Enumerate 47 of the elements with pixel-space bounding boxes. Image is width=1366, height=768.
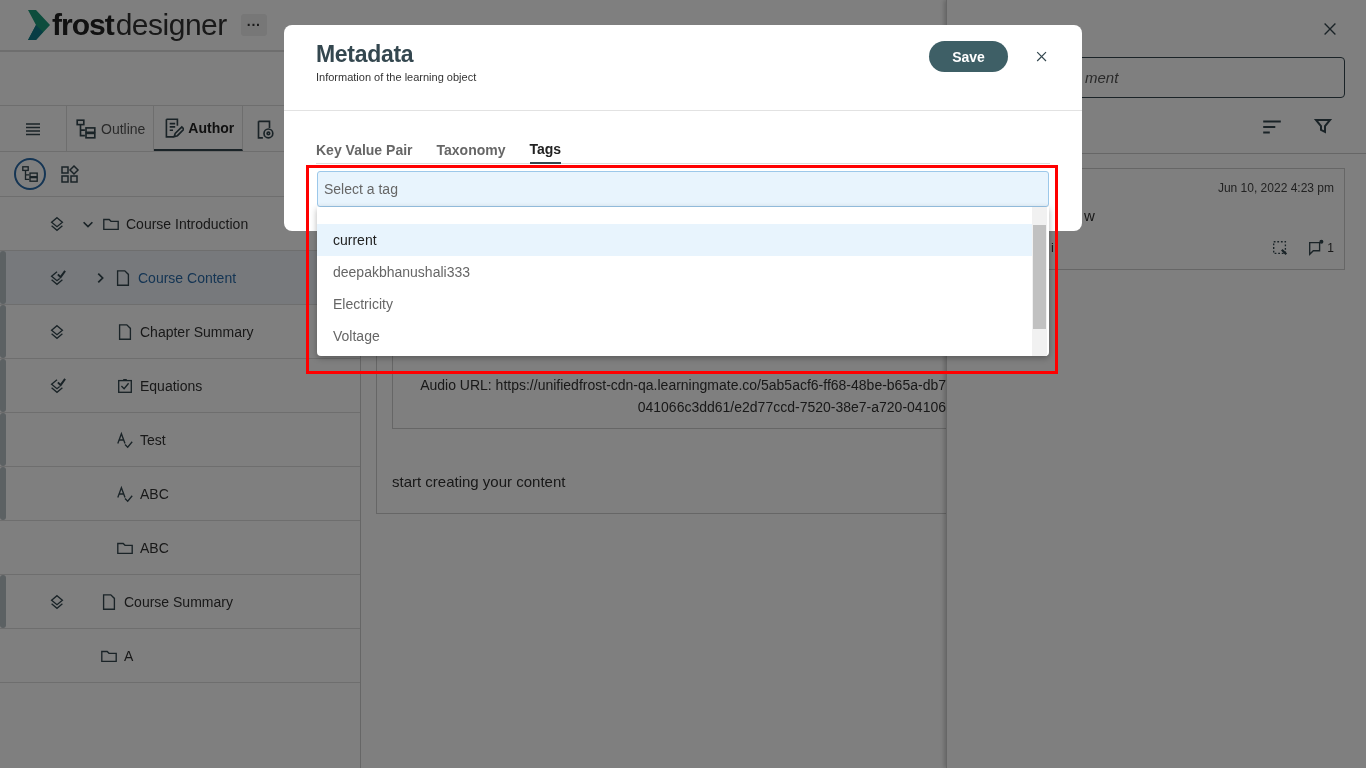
outline-icon bbox=[75, 117, 97, 140]
tree-item[interactable]: ABC bbox=[140, 485, 169, 502]
view-tab[interactable]: Outline bbox=[67, 106, 155, 151]
tree-item[interactable]: A bbox=[124, 647, 134, 664]
select-area-icon bbox=[1271, 239, 1290, 257]
comment-date: Jun 10, 2022 4:23 pm bbox=[1217, 181, 1334, 195]
dialog-tab[interactable]: Taxonomy bbox=[436, 141, 506, 164]
tag-option[interactable]: current bbox=[317, 224, 1032, 256]
view-tab[interactable]: Author bbox=[154, 106, 244, 151]
tag-option[interactable]: deepakbhanushali333 bbox=[317, 256, 1032, 288]
dialog-tab[interactable]: Tags bbox=[529, 141, 562, 164]
more-button[interactable]: ··· bbox=[240, 14, 267, 36]
audio-url-text: 041066c3dd61/e2d77ccd-7520-38e7-a720-04106 bbox=[637, 398, 947, 417]
spell-check-icon bbox=[116, 484, 134, 503]
dialog-tab[interactable]: Key Value Pair bbox=[316, 141, 413, 164]
page-icon bbox=[116, 322, 134, 341]
scrollbar[interactable] bbox=[1032, 207, 1047, 356]
dialog-subtitle: Information of the learning object bbox=[316, 71, 478, 83]
tree-item[interactable]: Test bbox=[140, 431, 166, 448]
tag-option[interactable]: Electricity bbox=[317, 288, 1032, 320]
tag-field[interactable]: Select a tag bbox=[317, 171, 1049, 207]
filter-icon bbox=[1313, 116, 1333, 136]
blocks-icon bbox=[60, 164, 80, 184]
page-icon bbox=[100, 592, 118, 611]
reply-count: 1 bbox=[1327, 241, 1334, 255]
tree-item[interactable]: Course Content bbox=[138, 269, 237, 286]
tree-item[interactable]: Equations bbox=[140, 377, 203, 394]
reply-icon bbox=[1307, 239, 1326, 257]
dialog-title: Metadata bbox=[316, 41, 415, 68]
logo-text: frost bbox=[52, 8, 114, 42]
logo-text: designer bbox=[115, 8, 227, 42]
tree-view-button[interactable] bbox=[14, 158, 46, 190]
audio-url-text: Audio URL: https://unifiedfrost-cdn-qa.learningmate.co/5ab5acf6-ff68-48be-b65a-db7 bbox=[420, 376, 947, 395]
tag-option[interactable]: Voltage bbox=[317, 320, 1032, 352]
logo-icon bbox=[28, 10, 50, 40]
save-button[interactable]: Save bbox=[929, 41, 1008, 72]
tree-item[interactable]: Course Summary bbox=[124, 593, 233, 610]
spell-check-icon bbox=[116, 430, 134, 449]
outline-icon bbox=[21, 165, 39, 183]
comment-text: w bbox=[1084, 207, 1095, 224]
tree-item[interactable]: Chapter Summary bbox=[140, 323, 254, 340]
tree-item[interactable]: Course Introduction bbox=[126, 215, 249, 232]
comment-meta: i bbox=[1051, 240, 1054, 255]
checklist-icon bbox=[116, 376, 134, 395]
content-prompt: start creating your content bbox=[392, 473, 567, 490]
tree-item[interactable]: ABC bbox=[140, 539, 169, 556]
page-icon bbox=[114, 268, 132, 287]
